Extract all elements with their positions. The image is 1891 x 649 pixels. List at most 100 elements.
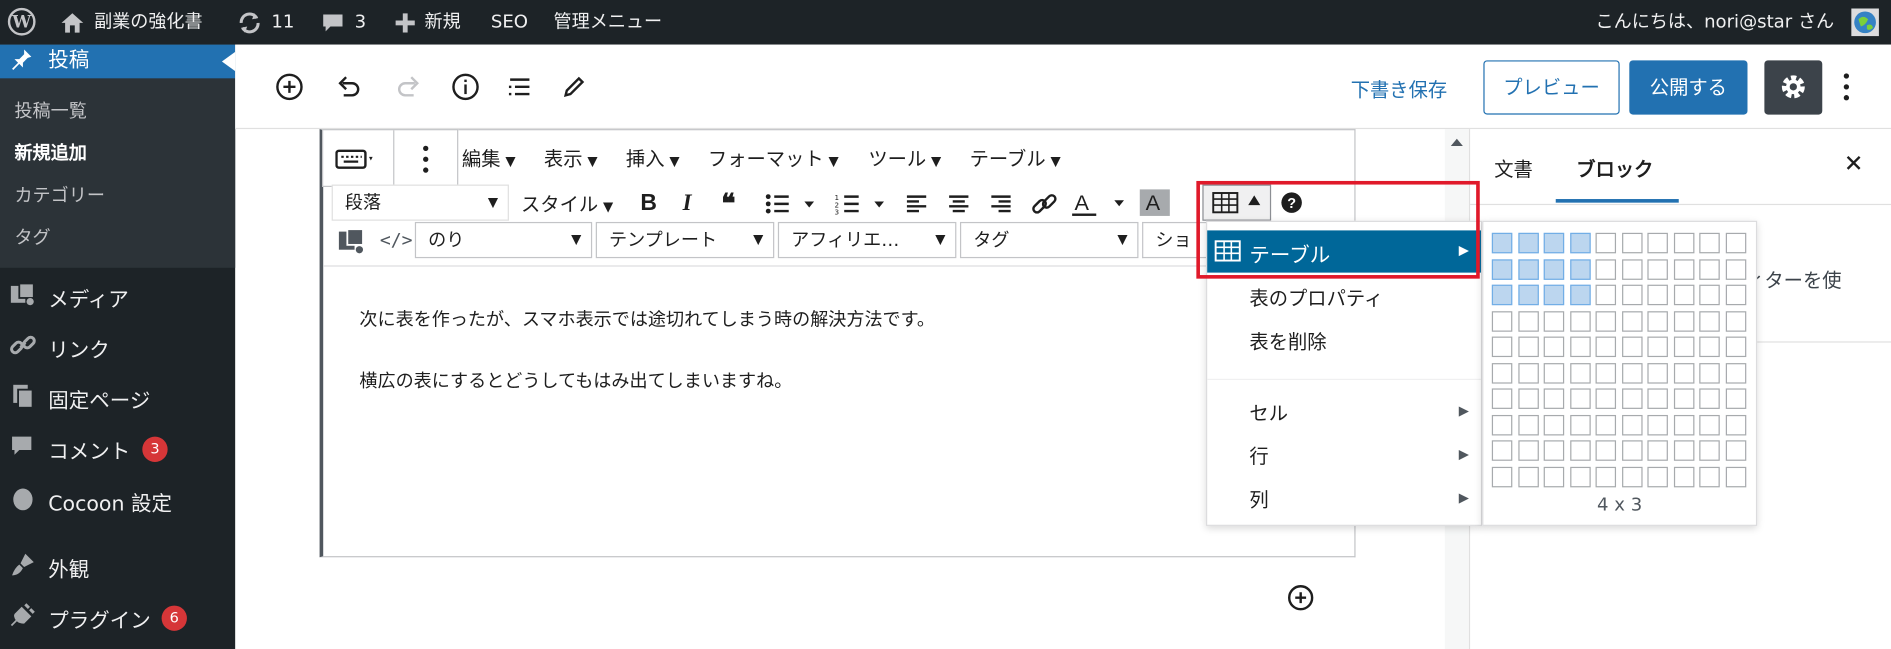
grid-cell[interactable] <box>1725 232 1746 254</box>
grid-cell[interactable] <box>1621 440 1642 461</box>
grid-cell[interactable] <box>1673 362 1694 384</box>
grid-cell[interactable] <box>1595 414 1617 435</box>
sidebar-item-appearance[interactable]: 外観 <box>0 543 235 586</box>
grid-cell[interactable] <box>1621 414 1642 435</box>
grid-cell[interactable] <box>1569 414 1591 435</box>
grid-cell[interactable] <box>1647 440 1668 461</box>
grid-cell[interactable] <box>1647 284 1668 306</box>
grid-cell[interactable] <box>1647 362 1668 384</box>
comments-link[interactable]: 3 <box>321 0 366 45</box>
grid-cell[interactable] <box>1595 466 1617 487</box>
numbered-list-icon[interactable]: 123 <box>835 193 893 215</box>
sidebar-item-media[interactable]: メディア <box>0 273 235 316</box>
align-left-icon[interactable] <box>906 193 928 215</box>
add-block-icon[interactable] <box>274 71 305 102</box>
preview-button[interactable]: プレビュー <box>1483 60 1620 115</box>
link-insert-icon[interactable] <box>1030 189 1059 218</box>
grid-cell[interactable] <box>1699 466 1720 487</box>
text-color-icon[interactable]: A <box>1071 187 1131 218</box>
user-select[interactable]: のり ▼ <box>414 221 593 259</box>
grid-cell[interactable] <box>1491 466 1513 487</box>
outline-icon[interactable] <box>504 71 535 102</box>
grid-cell[interactable] <box>1699 440 1720 461</box>
grid-cell[interactable] <box>1621 232 1642 254</box>
grid-cell[interactable] <box>1491 232 1513 254</box>
grid-cell[interactable] <box>1569 232 1591 254</box>
grid-cell[interactable] <box>1517 388 1539 409</box>
scroll-up-icon[interactable] <box>1450 138 1463 146</box>
sidebar-item-posts[interactable]: 投稿 <box>0 44 236 79</box>
grid-cell[interactable] <box>1673 310 1694 332</box>
grid-cell[interactable] <box>1491 310 1513 332</box>
grid-cell[interactable] <box>1673 388 1694 409</box>
sidebar-item-cocoon[interactable]: Cocoon 設定 <box>0 476 235 519</box>
seo-link[interactable]: SEO <box>491 0 528 45</box>
italic-icon[interactable]: I <box>683 191 692 218</box>
grid-cell[interactable] <box>1699 310 1720 332</box>
submenu-all-posts[interactable]: 投稿一覧 <box>14 98 86 123</box>
sidebar-item-plugins[interactable]: プラグイン 6 <box>0 593 235 636</box>
menu-item-row[interactable]: 行 <box>1249 440 1268 469</box>
wordpress-logo-icon[interactable]: W <box>7 7 36 36</box>
greeting-link[interactable]: こんにちは、nori@star さん <box>1596 0 1835 45</box>
sidebar-item-links[interactable]: リンク <box>0 323 235 366</box>
grid-cell[interactable] <box>1647 336 1668 358</box>
grid-cell[interactable] <box>1517 466 1539 487</box>
new-content-link[interactable]: 新規 <box>395 0 461 45</box>
grid-cell[interactable] <box>1491 362 1513 384</box>
grid-cell[interactable] <box>1569 258 1591 280</box>
background-color-icon[interactable]: A <box>1139 187 1195 218</box>
grid-cell[interactable] <box>1595 440 1617 461</box>
add-block-inline-icon[interactable] <box>1287 584 1315 612</box>
settings-button[interactable] <box>1764 60 1823 115</box>
grid-cell[interactable] <box>1647 466 1668 487</box>
grid-cell[interactable] <box>1595 258 1617 280</box>
submenu-tags[interactable]: タグ <box>14 224 50 249</box>
menu-tools[interactable]: ツール ▼ <box>868 142 941 171</box>
grid-cell[interactable] <box>1595 336 1617 358</box>
align-right-icon[interactable] <box>990 193 1012 215</box>
grid-cell[interactable] <box>1647 310 1668 332</box>
grid-cell[interactable] <box>1517 310 1539 332</box>
grid-cell[interactable] <box>1621 388 1642 409</box>
menu-edit[interactable]: 編集 ▼ <box>462 142 516 171</box>
bold-icon[interactable]: B <box>640 191 657 218</box>
grid-cell[interactable] <box>1725 258 1746 280</box>
grid-cell[interactable] <box>1699 284 1720 306</box>
grid-cell[interactable] <box>1543 336 1565 358</box>
table-size-picker[interactable]: 4 x 3 <box>1482 220 1758 526</box>
info-icon[interactable] <box>450 71 481 102</box>
submenu-categories[interactable]: カテゴリー <box>14 182 104 207</box>
grid-cell[interactable] <box>1517 258 1539 280</box>
menu-format[interactable]: フォーマット ▼ <box>708 142 839 171</box>
grid-cell[interactable] <box>1595 284 1617 306</box>
blockquote-icon[interactable]: ❝ <box>721 188 735 219</box>
menu-item-properties[interactable]: 表のプロパティ <box>1249 282 1383 311</box>
updates-link[interactable]: 11 <box>238 0 294 45</box>
grid-cell[interactable] <box>1725 440 1746 461</box>
more-options-icon[interactable] <box>1839 71 1853 102</box>
grid-cell[interactable] <box>1699 388 1720 409</box>
grid-cell[interactable] <box>1725 310 1746 332</box>
grid-cell[interactable] <box>1569 466 1591 487</box>
content-paragraph[interactable]: 横広の表にするとどうしてもはみ出てしまいますね。 <box>359 368 792 393</box>
grid-cell[interactable] <box>1569 310 1591 332</box>
close-icon[interactable] <box>1844 153 1863 172</box>
tab-block[interactable]: ブロック <box>1576 153 1653 182</box>
grid-cell[interactable] <box>1673 284 1694 306</box>
grid-cell[interactable] <box>1621 362 1642 384</box>
tab-document[interactable]: 文書 <box>1494 153 1533 182</box>
grid-cell[interactable] <box>1621 258 1642 280</box>
grid-cell[interactable] <box>1543 414 1565 435</box>
block-more-icon[interactable] <box>422 144 429 175</box>
grid-cell[interactable] <box>1647 258 1668 280</box>
publish-button[interactable]: 公開する <box>1629 60 1748 115</box>
grid-cell[interactable] <box>1491 336 1513 358</box>
tag-select[interactable]: タグ ▼ <box>959 221 1139 259</box>
style-dropdown[interactable]: スタイル ▼ <box>521 188 613 217</box>
grid-cell[interactable] <box>1543 440 1565 461</box>
grid-cell[interactable] <box>1569 388 1591 409</box>
grid-cell[interactable] <box>1699 414 1720 435</box>
keyboard-icon[interactable] <box>335 147 376 171</box>
grid-cell[interactable] <box>1699 362 1720 384</box>
